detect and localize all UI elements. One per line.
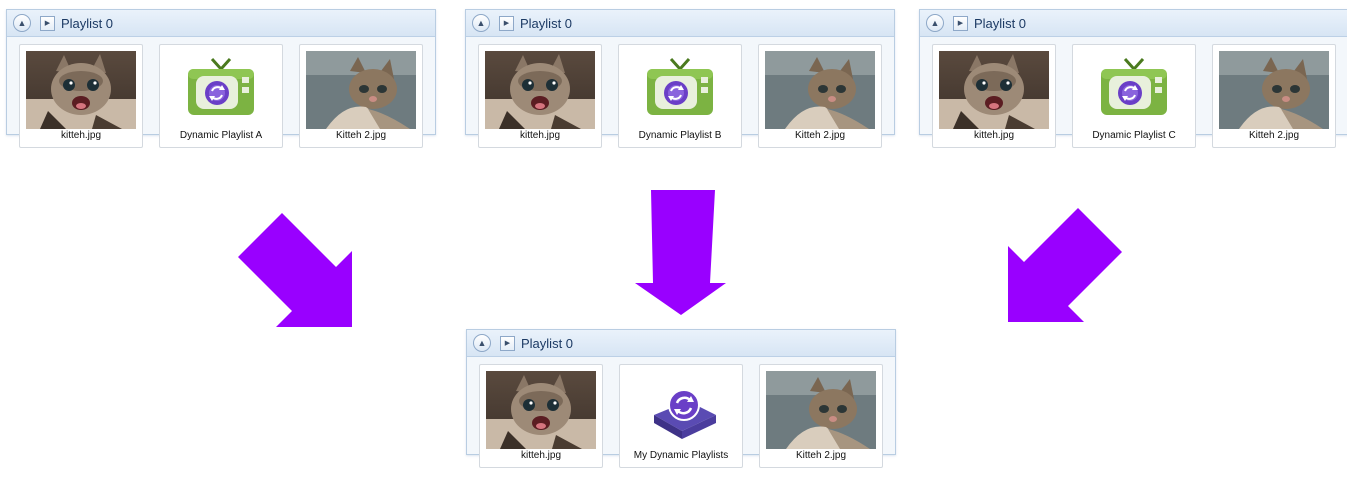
- playlist-panel-a: ▲ ▶ Playlist 0 kitteh.jpg Dynamic Playli…: [6, 9, 436, 148]
- media-item-my-dynamic-playlists[interactable]: My Dynamic Playlists: [619, 364, 743, 468]
- playlist-panel-c: ▲ ▶ Playlist 0 kitteh.jpg Dynamic Playli…: [919, 9, 1347, 148]
- item-label: kitteh.jpg: [60, 130, 102, 141]
- media-item-kitteh[interactable]: kitteh.jpg: [19, 44, 143, 148]
- cat-photo-2: [1219, 51, 1329, 129]
- cat-photo: [486, 371, 596, 449]
- cat-photo: [485, 51, 595, 129]
- item-label: Dynamic Playlist C: [1092, 130, 1176, 141]
- panel-header: ▲ ▶ Playlist 0: [467, 330, 895, 357]
- merge-arrow-right: [1008, 208, 1122, 322]
- item-label: Kitteh 2.jpg: [335, 130, 387, 141]
- item-label: Dynamic Playlist B: [638, 130, 722, 141]
- panel-title: Playlist 0: [521, 335, 574, 351]
- play-icon[interactable]: ▶: [500, 335, 515, 351]
- media-item-dynamic-playlist[interactable]: Dynamic Playlist B: [618, 44, 742, 148]
- cat-photo-2: [766, 371, 876, 449]
- panel-title: Playlist 0: [974, 15, 1027, 31]
- cat-photo-2: [306, 51, 416, 129]
- media-item-kitteh[interactable]: kitteh.jpg: [479, 364, 603, 468]
- panel-header: ▲ ▶ Playlist 0: [920, 10, 1347, 37]
- cat-photo: [26, 51, 136, 129]
- media-item-kitteh-2[interactable]: Kitteh 2.jpg: [299, 44, 423, 148]
- tv-icon: [1079, 51, 1189, 129]
- item-label: My Dynamic Playlists: [633, 450, 729, 461]
- item-label: Kitteh 2.jpg: [795, 450, 847, 461]
- panel-header: ▲ ▶ Playlist 0: [466, 10, 894, 37]
- playlist-panel-merged: ▲ ▶ Playlist 0 kitteh.jpg My Dynamic Pla…: [466, 329, 896, 468]
- tv-icon: [625, 51, 735, 129]
- media-item-kitteh-2[interactable]: Kitteh 2.jpg: [759, 364, 883, 468]
- media-item-dynamic-playlist[interactable]: Dynamic Playlist C: [1072, 44, 1196, 148]
- item-label: Kitteh 2.jpg: [1248, 130, 1300, 141]
- merge-arrow-left: [238, 213, 352, 327]
- panel-title: Playlist 0: [61, 15, 114, 31]
- media-item-kitteh-2[interactable]: Kitteh 2.jpg: [1212, 44, 1336, 148]
- media-item-kitteh[interactable]: kitteh.jpg: [932, 44, 1056, 148]
- play-icon[interactable]: ▶: [953, 15, 968, 31]
- collapse-up-icon[interactable]: ▲: [472, 14, 490, 32]
- play-icon[interactable]: ▶: [40, 15, 55, 31]
- item-label: kitteh.jpg: [973, 130, 1015, 141]
- cat-photo: [939, 51, 1049, 129]
- media-item-kitteh[interactable]: kitteh.jpg: [478, 44, 602, 148]
- item-label: kitteh.jpg: [520, 450, 562, 461]
- tv-icon: [166, 51, 276, 129]
- media-item-kitteh-2[interactable]: Kitteh 2.jpg: [758, 44, 882, 148]
- panel-title: Playlist 0: [520, 15, 573, 31]
- merge-arrow-center: [635, 190, 726, 315]
- item-label: Dynamic Playlist A: [179, 130, 263, 141]
- collapse-up-icon[interactable]: ▲: [13, 14, 31, 32]
- playlist-box-icon: [626, 371, 736, 449]
- panel-header: ▲ ▶ Playlist 0: [7, 10, 435, 37]
- item-label: Kitteh 2.jpg: [794, 130, 846, 141]
- cat-photo-2: [765, 51, 875, 129]
- collapse-up-icon[interactable]: ▲: [473, 334, 491, 352]
- item-label: kitteh.jpg: [519, 130, 561, 141]
- media-item-dynamic-playlist[interactable]: Dynamic Playlist A: [159, 44, 283, 148]
- play-icon[interactable]: ▶: [499, 15, 514, 31]
- collapse-up-icon[interactable]: ▲: [926, 14, 944, 32]
- playlist-panel-b: ▲ ▶ Playlist 0 kitteh.jpg Dynamic Playli…: [465, 9, 895, 148]
